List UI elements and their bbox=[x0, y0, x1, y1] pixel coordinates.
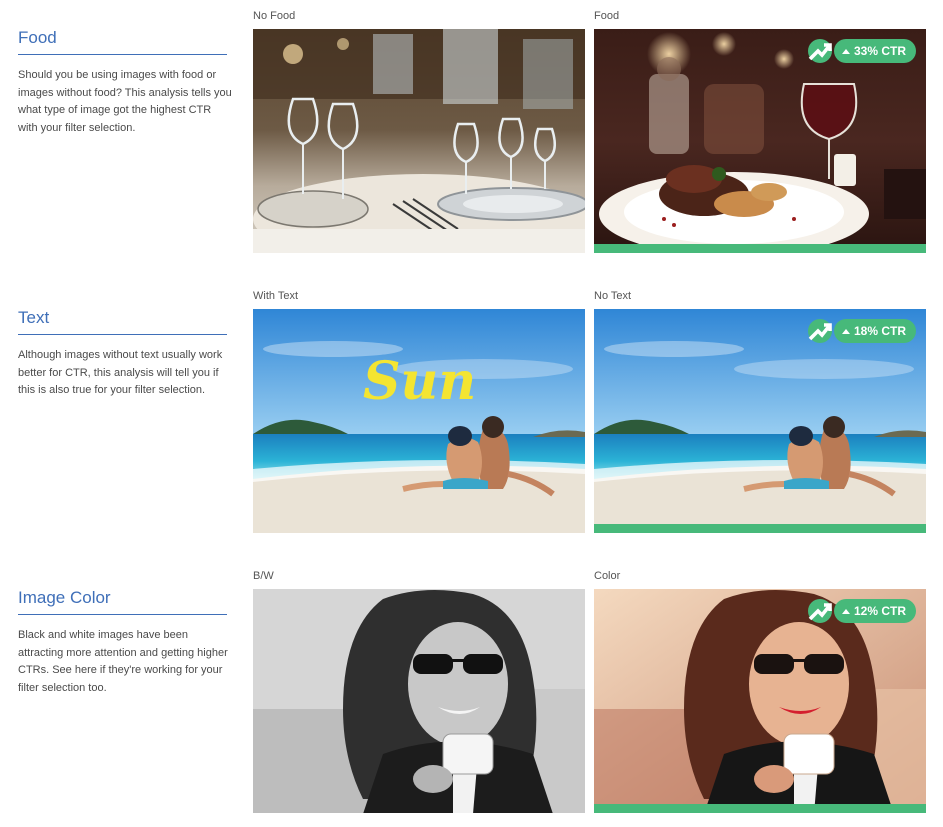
with-text-label: With Text bbox=[253, 290, 299, 302]
no-food-image[interactable] bbox=[253, 29, 585, 253]
woman-coffee-bw-photo bbox=[253, 589, 585, 813]
food-ctr-pill: 33% CTR bbox=[833, 39, 916, 63]
trending-up-icon bbox=[807, 319, 832, 343]
bw-label: B/W bbox=[253, 570, 274, 582]
text-description: Although images without text usually wor… bbox=[18, 349, 223, 396]
food-ctr-badge: 33% CTR bbox=[807, 39, 916, 63]
restaurant-table-photo bbox=[253, 29, 585, 253]
food-winner-bar bbox=[594, 244, 926, 253]
caret-up-icon bbox=[841, 608, 850, 614]
text-ctr-value: 18% CTR bbox=[853, 324, 906, 338]
text-title: Text bbox=[18, 308, 227, 335]
no-food-label: No Food bbox=[253, 10, 296, 22]
text-ctr-badge: 18% CTR bbox=[807, 319, 916, 343]
food-label: Food bbox=[594, 10, 620, 22]
food-description: Should you be using images with food or … bbox=[18, 69, 232, 134]
image-color-section: Image Color Black and white images have … bbox=[0, 560, 943, 827]
no-text-label: No Text bbox=[594, 290, 632, 302]
beach-couple-photo: Sun bbox=[253, 309, 585, 533]
caret-up-icon bbox=[841, 48, 850, 54]
food-title: Food bbox=[18, 28, 227, 55]
color-winner-bar bbox=[594, 804, 926, 813]
color-image[interactable]: 12% CTR bbox=[594, 589, 926, 813]
no-text-image[interactable]: 18% CTR bbox=[594, 309, 926, 533]
color-ctr-badge: 12% CTR bbox=[807, 599, 916, 623]
text-info: Text Although images without text usuall… bbox=[18, 308, 232, 400]
color-ctr-pill: 12% CTR bbox=[833, 599, 916, 623]
text-section: Text Although images without text usuall… bbox=[0, 280, 943, 560]
food-section: Food Should you be using images with foo… bbox=[0, 0, 943, 280]
no-text-winner-bar bbox=[594, 524, 926, 533]
caret-up-icon bbox=[841, 328, 850, 334]
image-color-info: Image Color Black and white images have … bbox=[18, 588, 232, 697]
image-color-title: Image Color bbox=[18, 588, 227, 615]
color-label: Color bbox=[594, 570, 621, 582]
sun-overlay-text: Sun bbox=[363, 351, 476, 412]
text-ctr-pill: 18% CTR bbox=[833, 319, 916, 343]
trending-up-icon bbox=[807, 599, 832, 623]
image-color-description: Black and white images have been attract… bbox=[18, 629, 228, 694]
food-ctr-value: 33% CTR bbox=[853, 44, 906, 58]
food-info: Food Should you be using images with foo… bbox=[18, 28, 232, 137]
bw-image[interactable] bbox=[253, 589, 585, 813]
with-text-image[interactable]: Sun bbox=[253, 309, 585, 533]
color-ctr-value: 12% CTR bbox=[853, 604, 906, 618]
trending-up-icon bbox=[807, 39, 832, 63]
food-image[interactable]: 33% CTR bbox=[594, 29, 926, 253]
